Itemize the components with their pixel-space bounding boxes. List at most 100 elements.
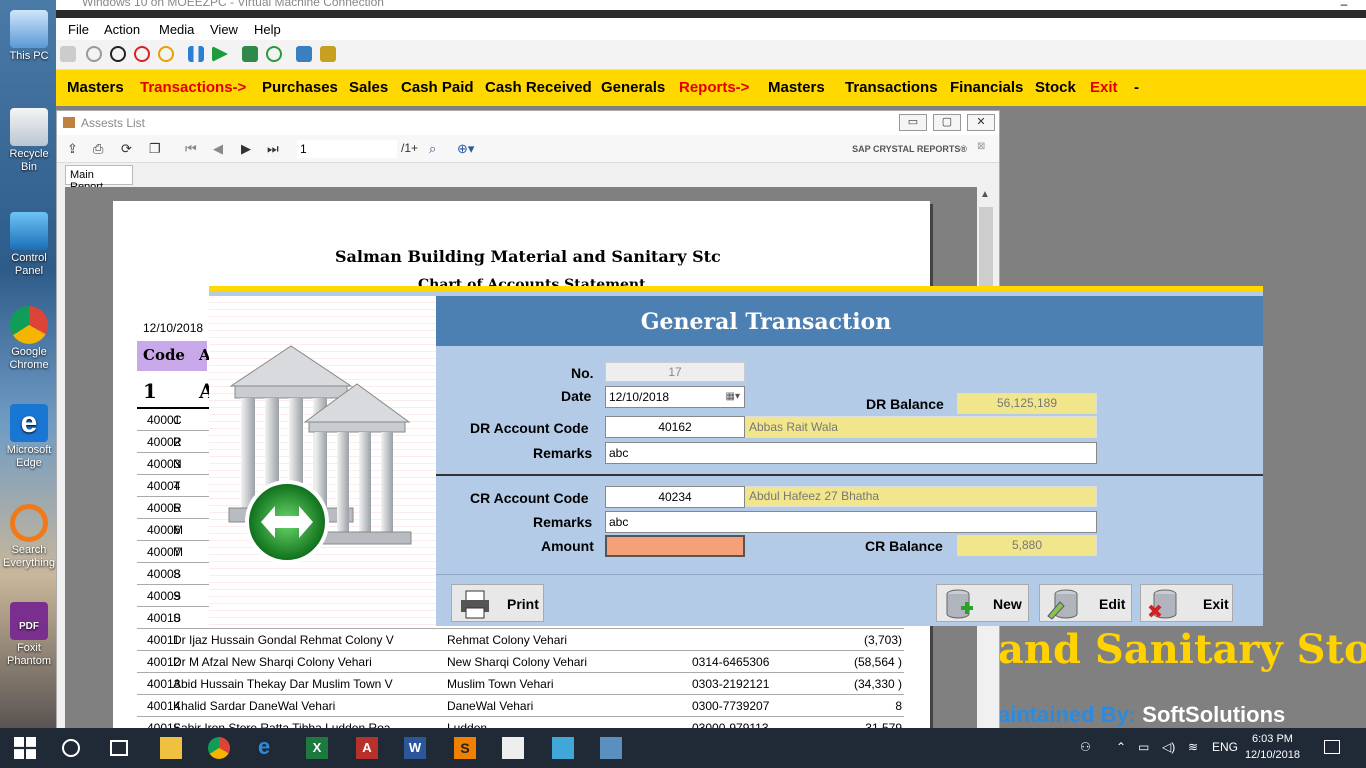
vm-minimize-button[interactable]: –	[1334, 0, 1354, 10]
app-window-icon[interactable]	[600, 737, 622, 759]
new-button[interactable]: New	[936, 584, 1029, 622]
menu-help[interactable]: Help	[254, 22, 281, 37]
menu-file[interactable]: File	[68, 22, 89, 37]
window-app-icon	[63, 117, 75, 128]
volume-icon[interactable]: ◁)	[1162, 740, 1175, 754]
people-icon[interactable]: ⚇	[1080, 740, 1091, 754]
file-explorer-icon[interactable]	[160, 737, 182, 759]
vm-title-bar: Windows 10 on MOEEZPC - Virtual Machine …	[56, 0, 1366, 10]
cr-remarks-input[interactable]: abc	[605, 511, 1097, 533]
app-menu-sales[interactable]: Sales	[349, 79, 388, 96]
date-picker[interactable]: 12/10/2018 ▦▾	[605, 386, 745, 408]
start-icon[interactable]	[86, 46, 102, 62]
assets-maximize-button[interactable]: ▢	[933, 114, 961, 131]
search-everything-icon	[10, 504, 48, 542]
app-menu-stock[interactable]: Stock	[1035, 79, 1076, 96]
chrome-taskbar-icon[interactable]	[208, 737, 230, 759]
revert-icon[interactable]	[266, 46, 282, 62]
app-menu-cash-received[interactable]: Cash Received	[485, 79, 592, 96]
start-button-icon[interactable]	[14, 737, 36, 759]
export-icon[interactable]: ⇪	[67, 141, 78, 157]
print-icon[interactable]: ⎙	[93, 141, 103, 157]
menu-action[interactable]: Action	[104, 22, 140, 37]
desktop-icon-chrome[interactable]: Google Chrome	[0, 306, 58, 372]
menu-view[interactable]: View	[210, 22, 238, 37]
app-menu-financials[interactable]: Financials	[950, 79, 1023, 96]
shutdown-icon[interactable]	[134, 46, 150, 62]
mail-icon[interactable]	[502, 737, 524, 759]
edge-taskbar-icon[interactable]: e	[258, 736, 280, 759]
language-indicator[interactable]: ENG	[1212, 740, 1238, 754]
assets-close-button[interactable]: ✕	[967, 114, 995, 131]
dr-account-code-label: DR Account Code	[470, 420, 589, 436]
row-phone: 0314-6465306	[692, 655, 770, 669]
refresh-icon[interactable]: ⟳	[121, 141, 132, 157]
app-menu-report-masters[interactable]: Masters	[768, 79, 825, 96]
cr-account-code-input[interactable]: 40234	[605, 486, 745, 508]
copy-icon[interactable]: ❐	[149, 141, 161, 157]
save-state-icon[interactable]	[158, 46, 174, 62]
share-icon[interactable]	[320, 46, 336, 62]
access-icon[interactable]: A	[356, 737, 378, 759]
app-menu-masters[interactable]: Masters	[67, 79, 124, 96]
next-page-icon[interactable]: ▶	[241, 141, 251, 157]
dialog-title: General Transaction	[640, 309, 892, 335]
pause-icon[interactable]	[188, 46, 204, 62]
edit-button[interactable]: Edit	[1039, 584, 1132, 622]
dr-account-code-input[interactable]: 40162	[605, 416, 745, 438]
scroll-thumb[interactable]	[979, 207, 993, 297]
cortana-icon[interactable]	[62, 739, 80, 757]
desktop-icon-control-panel[interactable]: Control Panel	[0, 212, 58, 278]
resume-icon[interactable]	[212, 46, 228, 62]
close-view-icon[interactable]: ⊠	[977, 141, 985, 152]
task-view-icon[interactable]	[110, 740, 128, 756]
zoom-icon[interactable]: ⊕▾	[457, 141, 474, 157]
print-button[interactable]: Print	[451, 584, 544, 622]
app-menu-exit[interactable]: Exit	[1090, 79, 1118, 96]
app-menu-reports-group[interactable]: Reports->	[679, 79, 749, 96]
dr-remarks-input[interactable]: abc	[605, 442, 1097, 464]
assets-title-bar: Assests List ▭ ▢ ✕	[57, 111, 999, 135]
ctrl-alt-del-icon[interactable]	[60, 46, 76, 62]
app-menu-cash-paid[interactable]: Cash Paid	[401, 79, 474, 96]
notifications-icon[interactable]	[1324, 740, 1340, 754]
app-menu-report-transactions[interactable]: Transactions	[845, 79, 938, 96]
find-icon[interactable]: ⌕	[429, 141, 436, 157]
sublime-icon[interactable]: S	[454, 737, 476, 759]
first-page-icon[interactable]: ⏮	[185, 141, 197, 157]
app-menu-generals[interactable]: Generals	[601, 79, 665, 96]
crystal-toolbar: ⇪ ⎙ ⟳ ❐ ⏮ ◀ ▶ ⏭ /1+ ⌕ ⊕▾ SAP CRYSTAL REP…	[57, 135, 999, 163]
desktop-icon-this-pc[interactable]: This PC	[0, 10, 58, 63]
desktop-icon-foxit[interactable]: PDF Foxit Phantom	[0, 602, 58, 668]
amount-input[interactable]	[605, 535, 745, 557]
enhanced-session-icon[interactable]	[296, 46, 312, 62]
calendar-dropdown-icon[interactable]: ▦▾	[726, 387, 740, 407]
battery-icon[interactable]: ▭	[1138, 740, 1149, 754]
network-icon[interactable]: ≋	[1188, 740, 1198, 754]
row-name: R	[173, 501, 182, 515]
word-icon[interactable]: W	[404, 737, 426, 759]
app-building-icon[interactable]	[552, 737, 574, 759]
desktop-icon-recycle-bin[interactable]: Recycle Bin	[0, 108, 58, 174]
turn-off-icon[interactable]	[110, 46, 126, 62]
app-menu-transactions-group[interactable]: Transactions->	[140, 79, 246, 96]
last-page-icon[interactable]: ⏭	[267, 141, 279, 157]
page-number-input[interactable]	[297, 140, 397, 158]
checkpoint-icon[interactable]	[242, 46, 258, 62]
scroll-up-icon[interactable]: ▲	[980, 189, 990, 200]
no-label: No.	[571, 365, 594, 381]
menu-media[interactable]: Media	[159, 22, 194, 37]
prev-page-icon[interactable]: ◀	[213, 141, 223, 157]
clock[interactable]: 6:03 PM 12/10/2018	[1245, 731, 1300, 763]
app-menu-purchases[interactable]: Purchases	[262, 79, 338, 96]
desktop-icon-edge[interactable]: e Microsoft Edge	[0, 404, 58, 470]
row-name: Dr M Afzal New Sharqi Colony Vehari	[173, 655, 372, 669]
app-menu-dash[interactable]: -	[1134, 79, 1139, 96]
edit-button-label: Edit	[1099, 596, 1126, 612]
show-hidden-icons[interactable]: ⌃	[1116, 740, 1126, 754]
desktop-icon-search-everything[interactable]: Search Everything	[0, 504, 58, 570]
excel-icon[interactable]: X	[306, 737, 328, 759]
assets-minimize-button[interactable]: ▭	[899, 114, 927, 131]
exit-button[interactable]: Exit	[1140, 584, 1233, 622]
tab-main-report[interactable]: Main Report	[65, 165, 133, 193]
